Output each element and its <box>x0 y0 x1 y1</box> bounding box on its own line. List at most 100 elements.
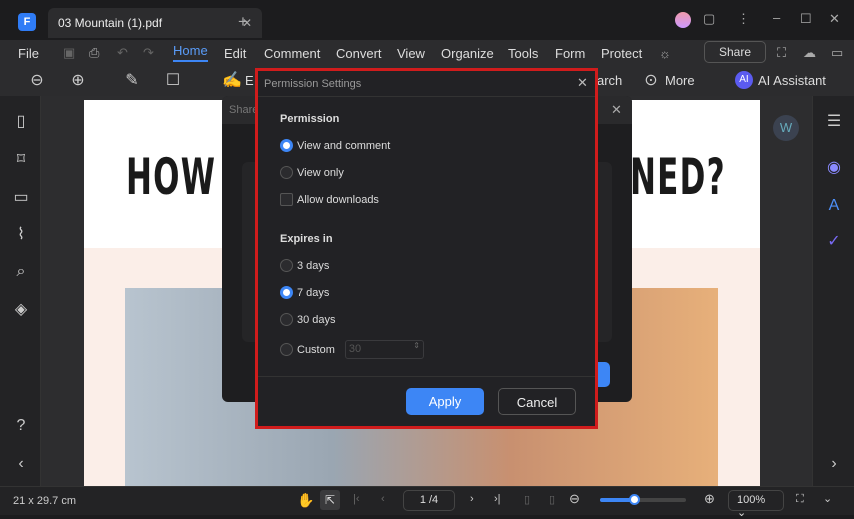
tab-title: 03 Mountain (1).pdf <box>58 16 163 30</box>
heading-right: NED? <box>630 148 726 206</box>
lightbulb-icon[interactable]: ☼ <box>659 46 671 61</box>
comment-icon[interactable]: ▭ <box>11 188 31 208</box>
search-icon[interactable]: ⌕ <box>11 262 31 282</box>
share-button[interactable]: Share <box>704 41 766 63</box>
new-tab-button[interactable]: + <box>238 12 248 32</box>
checkbox-allow-downloads[interactable]: Allow downloads <box>280 193 379 206</box>
bookmark-icon[interactable]: ⌑ <box>11 150 31 170</box>
dialog-title: Permission Settings <box>264 78 362 90</box>
permission-label: Permission <box>280 113 340 125</box>
save-icon[interactable]: ▣ <box>63 45 75 61</box>
expires-label: Expires in <box>280 233 333 245</box>
share-close-icon[interactable]: ✕ <box>611 102 622 118</box>
ai-bot-icon[interactable]: ◉ <box>824 158 844 178</box>
edit-icon[interactable]: ✍ <box>222 71 242 91</box>
option-label: Allow downloads <box>297 193 379 206</box>
radio-selected-icon[interactable] <box>280 286 293 299</box>
cancel-button[interactable]: Cancel <box>498 388 576 415</box>
menu-tools[interactable]: Tools <box>508 46 538 61</box>
menu-form[interactable]: Form <box>555 46 585 61</box>
more-options-icon[interactable]: ⌄ <box>823 492 832 505</box>
ai-assistant-button[interactable]: AI Assistant <box>758 73 826 88</box>
redo-icon[interactable]: ↷ <box>143 45 154 61</box>
page-icon[interactable]: ▯ <box>11 112 31 132</box>
page-size: 21 x 29.7 cm <box>13 495 76 507</box>
attachment-icon[interactable]: ⌇ <box>11 225 31 245</box>
kebab-menu-icon[interactable]: ⋮ <box>737 11 750 27</box>
minimize-icon[interactable]: – <box>773 10 780 25</box>
menu-view[interactable]: View <box>397 46 425 61</box>
more-icon[interactable]: ⊙ <box>641 71 661 91</box>
fullscreen-icon[interactable]: ⛶ <box>796 493 804 506</box>
more-button[interactable]: More <box>665 73 695 88</box>
menu-file[interactable]: File <box>18 46 39 61</box>
prev-page-icon[interactable]: ‹ <box>381 493 385 505</box>
apply-button[interactable]: Apply <box>406 388 484 415</box>
radio-selected-icon[interactable] <box>280 139 293 152</box>
radio-custom[interactable]: Custom 30 ⇕ <box>280 340 424 359</box>
last-page-icon[interactable]: ›| <box>494 493 501 505</box>
check-icon[interactable]: ✓ <box>824 232 844 252</box>
edit-label[interactable]: E <box>245 73 254 88</box>
upload-cloud-icon[interactable]: ☁ <box>803 45 816 61</box>
option-label: 7 days <box>297 286 330 299</box>
radio-view-and-comment[interactable]: View and comment <box>280 139 390 152</box>
custom-days-value: 30 <box>348 343 362 355</box>
rotate-left-icon[interactable]: ▯ <box>524 493 530 506</box>
menu-protect[interactable]: Protect <box>601 46 642 61</box>
menu-convert[interactable]: Convert <box>336 46 382 61</box>
radio-3-days[interactable]: 3 days <box>280 259 329 272</box>
zoom-slider-handle[interactable] <box>629 494 641 505</box>
page-input[interactable]: 1 /4 <box>403 490 455 511</box>
layers-icon[interactable]: ◈ <box>11 300 31 320</box>
zoom-slider[interactable] <box>600 494 686 505</box>
radio-7-days[interactable]: 7 days <box>280 286 329 299</box>
zoom-in-icon[interactable]: ⊕ <box>68 71 88 91</box>
status-zoom-in-icon[interactable]: ⊕ <box>704 491 715 507</box>
radio-icon[interactable] <box>280 166 293 179</box>
menu-edit[interactable]: Edit <box>224 46 246 61</box>
translate-icon[interactable]: A <box>824 196 844 216</box>
first-page-icon[interactable]: |‹ <box>353 493 360 505</box>
radio-30-days[interactable]: 30 days <box>280 313 336 326</box>
status-zoom-out-icon[interactable]: ⊖ <box>569 491 580 507</box>
collapse-icon[interactable]: ▭ <box>831 45 843 61</box>
help-icon[interactable]: ? <box>11 416 31 436</box>
expand-right-icon[interactable]: › <box>824 454 844 474</box>
stepper-icon[interactable]: ⇕ <box>413 341 420 350</box>
shape-icon[interactable]: ☐ <box>163 71 183 91</box>
menu-home[interactable]: Home <box>173 43 208 62</box>
hand-tool-icon[interactable]: ✋ <box>297 492 314 509</box>
checkbox-icon[interactable] <box>280 193 293 206</box>
radio-view-only[interactable]: View only <box>280 166 344 179</box>
undo-icon[interactable]: ↶ <box>117 45 128 61</box>
zoom-out-icon[interactable]: ⊖ <box>27 71 47 91</box>
dialog-close-icon[interactable]: ✕ <box>577 75 588 91</box>
next-page-icon[interactable]: › <box>470 493 474 505</box>
heading-left: HOW <box>126 148 217 206</box>
network-icon[interactable]: ⛶ <box>777 45 786 61</box>
menu-organize[interactable]: Organize <box>441 46 494 61</box>
properties-icon[interactable]: ☰ <box>824 112 844 132</box>
option-label: View and comment <box>297 139 391 152</box>
rotate-right-icon[interactable]: ▯ <box>549 493 555 506</box>
zoom-select[interactable]: 100% ⌄ <box>728 490 784 519</box>
radio-icon[interactable] <box>280 259 293 272</box>
ai-icon: AI <box>735 71 753 89</box>
radio-icon[interactable] <box>280 343 293 356</box>
document-tab[interactable]: 03 Mountain (1).pdf ✕ <box>48 8 262 38</box>
close-window-icon[interactable]: ✕ <box>829 11 840 27</box>
word-convert-icon[interactable]: W <box>773 115 799 141</box>
maximize-icon[interactable]: ☐ <box>800 11 812 27</box>
select-tool-icon[interactable]: ⇱ <box>320 490 340 510</box>
feedback-icon[interactable]: ▢ <box>703 11 715 27</box>
print-icon[interactable]: ⎙ <box>89 45 99 61</box>
highlighter-icon[interactable]: ✎ <box>122 71 142 91</box>
custom-days-input[interactable]: 30 ⇕ <box>344 340 424 359</box>
radio-icon[interactable] <box>280 313 293 326</box>
search-label[interactable]: arch <box>597 73 622 88</box>
collapse-left-icon[interactable]: ‹ <box>11 454 31 474</box>
permission-settings-dialog: Permission Settings ✕ Permission View an… <box>255 68 598 429</box>
menu-comment[interactable]: Comment <box>264 46 320 61</box>
avatar[interactable] <box>675 12 691 28</box>
